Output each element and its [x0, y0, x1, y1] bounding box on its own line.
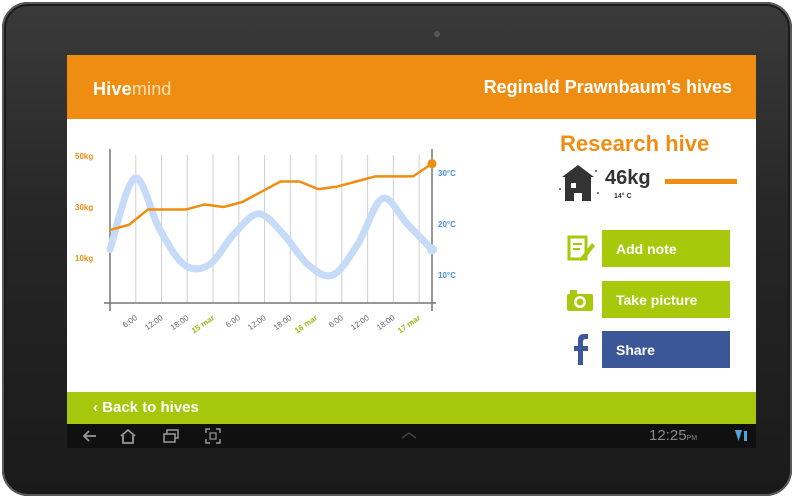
weight-legend-line — [665, 179, 737, 184]
add-note-button[interactable]: Add note — [602, 230, 730, 267]
screenshot-icon[interactable] — [205, 428, 221, 444]
screen: Hivemind Reginald Prawnbaum's hives 50kg… — [67, 55, 756, 448]
left-axis-tick-label: 50kg — [75, 152, 93, 161]
x-axis-tick-label: 12:00 — [143, 313, 165, 332]
x-axis-tick-label: 6:00 — [224, 313, 242, 330]
chevron-up-icon[interactable] — [401, 431, 417, 439]
recent-apps-icon[interactable] — [163, 429, 179, 443]
app-logo[interactable]: Hivemind — [93, 79, 172, 100]
x-axis-tick-label: 12:00 — [246, 313, 268, 332]
x-axis-tick-label: 16 mar — [293, 313, 319, 335]
right-axis-tick-label: 20°C — [438, 220, 456, 229]
x-axis-tick-label: 6:00 — [121, 313, 139, 330]
facebook-icon[interactable] — [571, 333, 589, 365]
right-axis-tick-label: 10°C — [438, 271, 456, 280]
note-icon[interactable] — [567, 235, 595, 263]
android-nav-bar: 12:25PM — [67, 424, 756, 448]
logo-mind: mind — [131, 79, 172, 99]
hive-name: Research hive — [560, 131, 710, 156]
x-axis-tick-label: 18:00 — [169, 313, 191, 332]
footer-bar: ‹ Back to hives — [67, 392, 756, 424]
left-axis-tick-label: 30kg — [75, 203, 93, 212]
temperature-line — [106, 174, 436, 280]
left-axis-tick-label: 10kg — [75, 254, 93, 263]
owner-title: Reginald Prawnbaum's hives — [483, 77, 732, 97]
x-axis-tick-label: 6:00 — [327, 313, 345, 330]
x-axis-tick-label: 12:00 — [349, 313, 371, 332]
clock-ampm: PM — [686, 435, 698, 442]
right-axis-tick-label: 30°C — [438, 169, 456, 178]
hive-house-icon — [559, 165, 599, 201]
share-button[interactable]: Share — [602, 331, 730, 368]
camera-lens — [434, 31, 440, 37]
status-clock: 12:25PM — [649, 427, 697, 444]
hive-temperature: 14° C — [614, 193, 632, 200]
header-bar: Hivemind Reginald Prawnbaum's hives — [67, 55, 756, 119]
back-to-hives-link[interactable]: ‹ Back to hives — [93, 399, 199, 416]
x-axis-tick-label: 18:00 — [375, 313, 397, 332]
x-axis-tick-label: 18:00 — [272, 313, 294, 332]
take-picture-button[interactable]: Take picture — [602, 281, 730, 318]
clock-time: 12:25 — [649, 427, 687, 444]
temperature-end-point — [427, 244, 437, 255]
weight-temperature-chart: 50kg30kg10kg30°C20°C10°C6:00 12:00 18:00 15… — [75, 149, 456, 335]
wifi-signal-icon — [735, 430, 747, 441]
hive-weight: 46kg — [605, 167, 651, 189]
back-nav-icon[interactable] — [83, 429, 97, 443]
home-nav-icon[interactable] — [119, 428, 137, 444]
x-axis-tick-label: 15 mar — [190, 313, 216, 335]
weight-end-point — [427, 159, 437, 169]
logo-hive: Hive — [93, 79, 132, 99]
camera-icon[interactable] — [566, 288, 594, 312]
x-axis-tick-label: 17 mar — [396, 313, 422, 335]
